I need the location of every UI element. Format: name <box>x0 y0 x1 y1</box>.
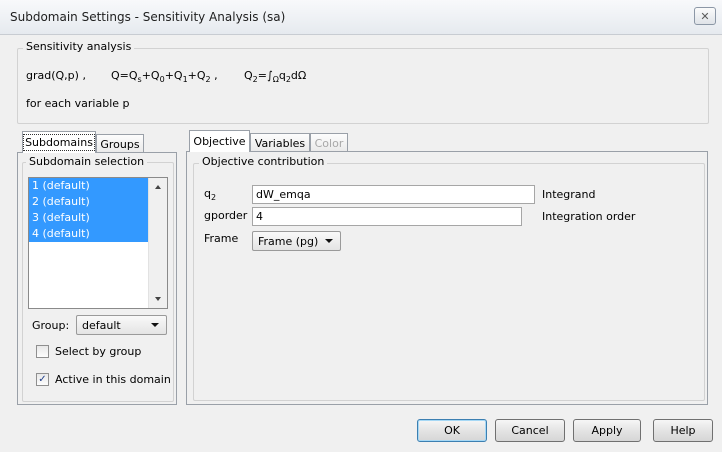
formula-q-sum: Q=Qs+Q0+Q1+Q2 , <box>111 69 218 84</box>
tab-groups[interactable]: Groups <box>96 134 144 153</box>
help-button[interactable]: Help <box>653 419 713 442</box>
checkmark-icon: ✓ <box>38 373 47 385</box>
chevron-down-icon <box>151 323 159 327</box>
tab-color: Color <box>310 133 348 152</box>
formula-footer: for each variable p <box>26 97 130 110</box>
listbox-scrollbar[interactable] <box>148 178 167 308</box>
close-icon: ✕ <box>700 9 710 23</box>
sensitivity-analysis-group <box>17 48 709 124</box>
gporder-description: Integration order <box>542 210 636 223</box>
formula-q2-integral: Q2=∫Ωq2dΩ <box>244 69 307 84</box>
tab-objective[interactable]: Objective <box>189 130 250 152</box>
frame-select[interactable]: Frame (pg) <box>252 231 341 251</box>
q2-input[interactable]: dW_emqa <box>252 185 535 204</box>
group-label: Group: <box>32 319 70 332</box>
window-title: Subdomain Settings - Sensitivity Analysi… <box>10 10 286 24</box>
subdomain-selection-title: Subdomain selection <box>26 155 148 168</box>
list-item[interactable]: 1 (default) <box>29 178 148 194</box>
frame-label: Frame <box>204 232 239 245</box>
list-item[interactable]: 4 (default) <box>29 226 148 242</box>
q2-label: q2 <box>204 187 217 202</box>
sensitivity-analysis-title: Sensitivity analysis <box>23 40 135 53</box>
cancel-button[interactable]: Cancel <box>495 419 565 442</box>
ok-button[interactable]: OK <box>417 419 487 442</box>
tab-variables[interactable]: Variables <box>250 133 310 152</box>
close-button[interactable]: ✕ <box>694 7 716 25</box>
subdomain-listbox[interactable]: 1 (default) 2 (default) 3 (default) 4 (d… <box>28 177 168 309</box>
gporder-label: gporder <box>204 209 248 222</box>
chevron-down-icon <box>325 239 333 243</box>
list-item[interactable]: 3 (default) <box>29 210 148 226</box>
scroll-up-arrow-icon[interactable] <box>155 185 161 189</box>
select-by-group-checkbox[interactable] <box>36 345 49 358</box>
formula-gradient: grad(Q,p) , <box>26 69 86 82</box>
group-select[interactable]: default <box>76 315 167 335</box>
q2-description: Integrand <box>542 188 596 201</box>
tab-subdomains[interactable]: Subdomains <box>22 131 96 153</box>
select-by-group-label[interactable]: Select by group <box>55 345 141 358</box>
list-item[interactable]: 2 (default) <box>29 194 148 210</box>
gporder-input[interactable]: 4 <box>252 207 522 226</box>
active-in-domain-checkbox[interactable]: ✓ <box>36 373 49 386</box>
title-bar: Subdomain Settings - Sensitivity Analysi… <box>0 0 722 35</box>
apply-button[interactable]: Apply <box>573 419 641 442</box>
objective-contribution-title: Objective contribution <box>199 155 328 168</box>
scroll-down-arrow-icon[interactable] <box>155 297 161 301</box>
active-in-domain-label[interactable]: Active in this domain <box>55 373 171 386</box>
